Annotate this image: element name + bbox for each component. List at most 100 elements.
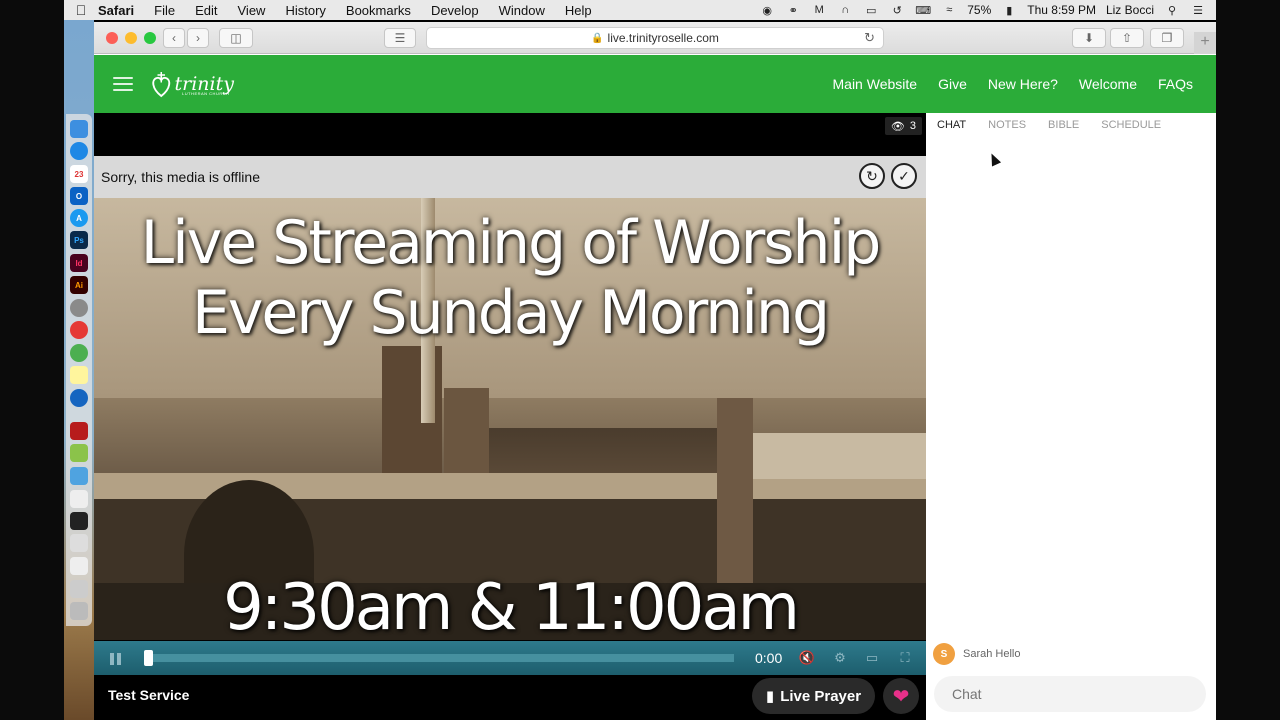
menu-edit[interactable]: Edit (195, 3, 217, 18)
zoom-window-button[interactable] (144, 32, 156, 44)
nav-main-website[interactable]: Main Website (833, 76, 918, 92)
back-button[interactable]: ‹ (163, 28, 185, 48)
vpn-icon[interactable]: ∩ (837, 4, 853, 16)
menu-develop[interactable]: Develop (431, 3, 479, 18)
document-icon-2[interactable] (70, 534, 88, 552)
chat-bubble-icon: ▮ (765, 688, 775, 705)
indesign-icon[interactable]: Id (70, 254, 88, 272)
settings-gear-icon[interactable]: ⚙ (831, 649, 849, 667)
offline-message: Sorry, this media is offline (101, 169, 260, 185)
menu-bookmarks[interactable]: Bookmarks (346, 3, 411, 18)
creative-cloud-icon[interactable]: ⚭ (785, 4, 801, 17)
battery-icon[interactable]: ▮ (1001, 4, 1017, 17)
menu-history[interactable]: History (285, 3, 325, 18)
tab-bible[interactable]: BIBLE (1048, 119, 1079, 131)
terminal-icon[interactable] (70, 512, 88, 530)
nav-faqs[interactable]: FAQs (1158, 76, 1193, 92)
heart-icon[interactable]: ❤ (883, 678, 919, 714)
chat-tabs: CHAT NOTES BIBLE SCHEDULE (937, 119, 1161, 131)
minimize-window-button[interactable] (125, 32, 137, 44)
illustrator-icon[interactable]: Ai (70, 276, 88, 294)
menu-help[interactable]: Help (565, 3, 592, 18)
folder-icon[interactable] (70, 467, 88, 485)
app-red-icon[interactable] (70, 321, 88, 339)
downloads-icon[interactable] (70, 580, 88, 598)
time-machine-icon[interactable]: ↺ (889, 4, 905, 17)
chat-panel: CHAT NOTES BIBLE SCHEDULE S Sarah Hello (926, 113, 1216, 720)
apple-menu-icon[interactable]:  (64, 2, 98, 18)
menu-safari[interactable]: Safari (98, 3, 134, 18)
checkmark-icon[interactable]: ✓ (891, 163, 917, 189)
stream-poster-image: Live Streaming of Worship Every Sunday M… (94, 198, 926, 640)
nav-give[interactable]: Give (938, 76, 967, 92)
menu-file[interactable]: File (154, 3, 175, 18)
menubar-clock[interactable]: Thu 8:59 PM (1027, 3, 1096, 17)
photos-icon[interactable] (70, 444, 88, 462)
menu-view[interactable]: View (238, 3, 266, 18)
tab-chat[interactable]: CHAT (937, 119, 966, 131)
nav-new-here[interactable]: New Here? (988, 76, 1058, 92)
share-icon[interactable]: ⇧ (1110, 28, 1144, 48)
malwarebytes-icon[interactable]: M (811, 4, 827, 16)
reload-icon[interactable]: ↻ (864, 30, 875, 46)
left-letterbox (0, 0, 64, 720)
pause-icon[interactable] (110, 653, 122, 665)
downloads-button-icon[interactable]: ⬇ (1072, 28, 1106, 48)
hamburger-menu-icon[interactable] (113, 77, 133, 91)
app-store-icon[interactable]: A (70, 209, 88, 227)
acrobat-icon[interactable] (70, 422, 88, 440)
document-icon-3[interactable] (70, 557, 88, 575)
lock-icon: 🔒 (591, 32, 604, 44)
logo-heart-icon (152, 71, 171, 98)
notes-icon[interactable] (70, 366, 88, 384)
nav-welcome[interactable]: Welcome (1079, 76, 1137, 92)
tab-notes[interactable]: NOTES (988, 119, 1026, 131)
offline-banner: Sorry, this media is offline (94, 156, 926, 198)
photoshop-icon[interactable]: Ps (70, 231, 88, 249)
live-prayer-button[interactable]: ▮ Live Prayer (752, 678, 875, 714)
seek-thumb[interactable] (144, 650, 153, 666)
main-nav: Main Website Give New Here? Welcome FAQs (833, 55, 1194, 113)
document-icon[interactable] (70, 490, 88, 508)
address-bar[interactable]: 🔒 live.trinityroselle.com ↻ (426, 27, 884, 49)
tab-schedule[interactable]: SCHEDULE (1101, 119, 1161, 131)
live-prayer-label: Live Prayer (780, 687, 862, 705)
keyboard-icon[interactable]: ⌨ (915, 4, 931, 17)
chrome-icon[interactable] (70, 344, 88, 362)
safari-dock-icon[interactable] (70, 142, 88, 160)
message-text: Hello (995, 648, 1021, 660)
trinity-logo[interactable]: trinity LUTHERAN CHURCH (150, 61, 234, 107)
spotlight-search-icon[interactable]: ⚲ (1164, 4, 1180, 17)
dock: 23 O A Ps Id Ai (66, 114, 92, 626)
tabs-overview-icon[interactable]: ❐ (1150, 28, 1184, 48)
menu-window[interactable]: Window (499, 3, 545, 18)
new-tab-icon[interactable]: + (1194, 32, 1216, 54)
sidebar-toggle-icon[interactable]: ◫ (219, 28, 253, 48)
record-icon[interactable]: ◉ (759, 4, 775, 17)
right-letterbox (1216, 0, 1280, 720)
viewer-count-badge: 👁 3 (884, 117, 922, 135)
reader-icon[interactable]: ☰ (384, 28, 416, 48)
system-preferences-icon[interactable] (70, 299, 88, 317)
airplay-icon[interactable]: ▭ (863, 4, 879, 17)
mute-icon[interactable]: 🔇 (798, 649, 816, 667)
fullscreen-icon[interactable]: ⛶ (896, 649, 914, 667)
forward-button[interactable]: › (187, 28, 209, 48)
airplay-video-icon[interactable]: ▭ (863, 649, 881, 667)
menubar-user[interactable]: Liz Bocci (1106, 3, 1154, 17)
viewer-count: 3 (909, 120, 916, 132)
close-window-button[interactable] (106, 32, 118, 44)
chat-input[interactable] (934, 676, 1206, 712)
retry-icon[interactable]: ↻ (859, 163, 885, 189)
outlook-icon[interactable]: O (70, 187, 88, 205)
seek-track[interactable] (144, 654, 734, 662)
video-footer: Test Service ▮ Live Prayer ❤ (94, 675, 926, 720)
finder-icon[interactable] (70, 120, 88, 138)
logo-subtitle: LUTHERAN CHURCH (182, 91, 230, 96)
calendar-icon[interactable]: 23 (70, 165, 88, 183)
notification-center-icon[interactable]: ☰ (1190, 4, 1206, 17)
trash-icon[interactable] (70, 602, 88, 620)
wifi-icon[interactable]: ≈ (941, 4, 957, 16)
mac-menubar:  Safari File Edit View History Bookmark… (64, 0, 1216, 20)
quicktime-icon[interactable] (70, 389, 88, 407)
